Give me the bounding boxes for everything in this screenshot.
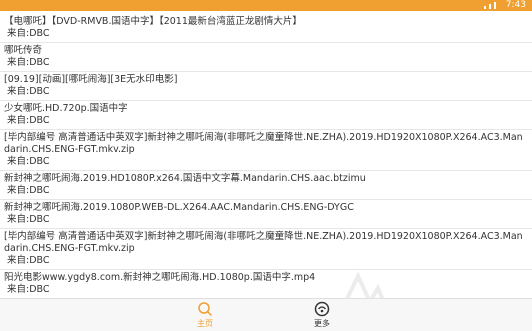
- item-source: 来自:DBC: [7, 255, 50, 266]
- tab-home-label: 主页: [197, 319, 213, 328]
- tab-more-label: 更多: [314, 319, 330, 328]
- list-item[interactable]: 阳光电影www.ygdy8.com.新封神之哪吒闹海.HD.1080p.国语中字…: [0, 270, 532, 298]
- item-title: [毕内部编号 高清普通话中英双字]新封神之哪吒闹海(非哪吒之魔童降世.NE.ZH…: [4, 132, 523, 155]
- results-list: 【电哪吒】【DVD-RMVB.国语中字】【2011最新台湾蓝正龙剧情大片】 来自…: [0, 14, 532, 298]
- more-circle-icon: [314, 301, 330, 317]
- item-source: 来自:DBC: [7, 284, 50, 295]
- item-title: [09.19][动画][哪吒闹海][3E无水印电影]: [4, 74, 178, 85]
- item-source: 来自:DBC: [7, 115, 50, 126]
- tab-more[interactable]: 更多: [292, 301, 352, 331]
- list-item[interactable]: 少女哪吒.HD.720p.国语中字 来自:DBC: [0, 101, 532, 130]
- list-item[interactable]: 新封神之哪吒闹海.2019.1080P.WEB-DL.X264.AAC.Mand…: [0, 200, 532, 229]
- list-item[interactable]: [09.19][动画][哪吒闹海][3E无水印电影] 来自:DBC: [0, 72, 532, 101]
- list-item[interactable]: [毕内部编号 高清普通话中英双字]新封神之哪吒闹海(非哪吒之魔童降世.NE.ZH…: [0, 229, 532, 270]
- list-item[interactable]: [毕内部编号 高清普通话中英双字]新封神之哪吒闹海(非哪吒之魔童降世.NE.ZH…: [0, 130, 532, 171]
- bottom-tab-bar: 主页 更多: [0, 298, 532, 331]
- item-source: 来自:DBC: [7, 185, 50, 196]
- item-title: 少女哪吒.HD.720p.国语中字: [4, 103, 128, 114]
- item-source: 来自:DBC: [7, 156, 50, 167]
- signal-icon: [484, 2, 496, 9]
- item-source: 来自:DBC: [7, 57, 50, 68]
- tab-home[interactable]: 主页: [175, 301, 235, 331]
- item-title: 阳光电影www.ygdy8.com.新封神之哪吒闹海.HD.1080p.国语中字…: [4, 272, 316, 283]
- item-title: 哪吒传奇: [4, 45, 43, 56]
- item-source: 来自:DBC: [7, 86, 50, 97]
- status-bar: 7:43: [0, 0, 532, 11]
- status-time: 7:43: [505, 0, 526, 10]
- item-source: 来自:DBC: [7, 214, 50, 225]
- list-item[interactable]: 【电哪吒】【DVD-RMVB.国语中字】【2011最新台湾蓝正龙剧情大片】 来自…: [0, 14, 532, 43]
- search-icon: [198, 302, 212, 316]
- list-item[interactable]: 哪吒传奇 来自:DBC: [0, 43, 532, 72]
- item-title: 【电哪吒】【DVD-RMVB.国语中字】【2011最新台湾蓝正龙剧情大片】: [4, 16, 302, 27]
- item-source: 来自:DBC: [7, 28, 50, 39]
- item-title: 新封神之哪吒闹海.2019.HD1080P.x264.国语中文字幕.Mandar…: [4, 173, 366, 184]
- item-title: 新封神之哪吒闹海.2019.1080P.WEB-DL.X264.AAC.Mand…: [4, 202, 354, 213]
- list-item[interactable]: 新封神之哪吒闹海.2019.HD1080P.x264.国语中文字幕.Mandar…: [0, 171, 532, 200]
- item-title: [毕内部编号 高清普通话中英双字]新封神之哪吒闹海(非哪吒之魔童降世.NE.ZH…: [4, 231, 523, 254]
